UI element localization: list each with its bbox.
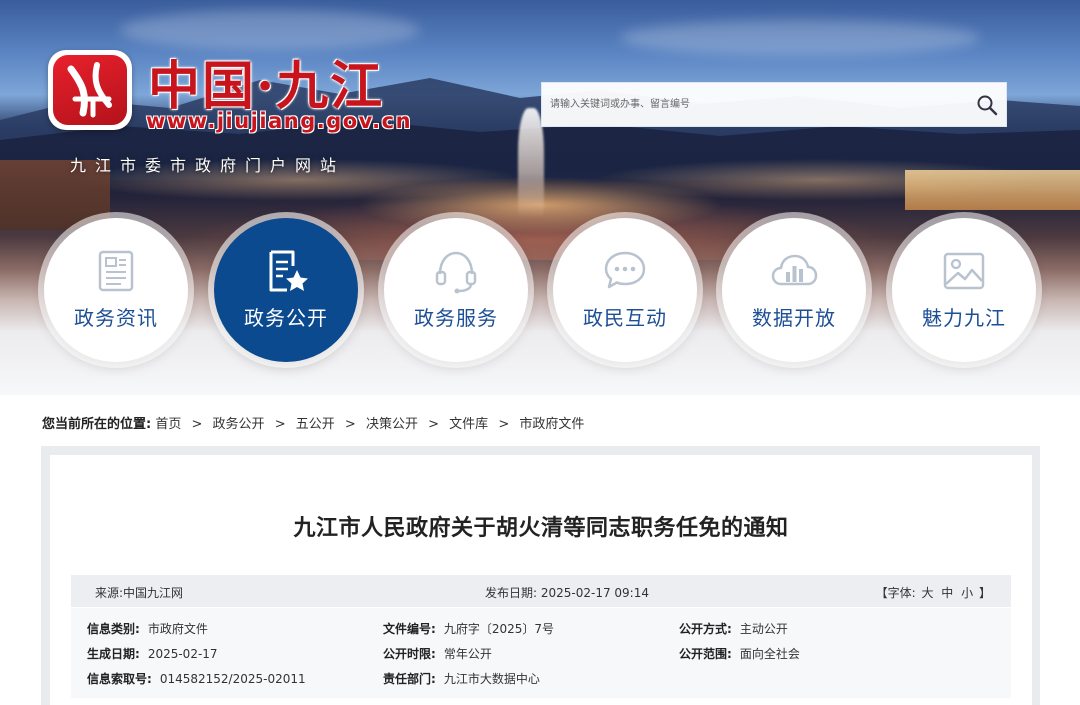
info-dept: 责任部门: 九江市大数据中心: [383, 670, 540, 687]
breadcrumb-label: 您当前所在的位置:: [42, 417, 152, 432]
article-source: 来源:中国九江网: [95, 586, 184, 600]
article-meta-bar: 来源:中国九江网 发布日期: 2025-02-17 09:14 【字体: 大 中…: [71, 575, 1011, 607]
breadcrumb-item-home[interactable]: 首页: [155, 417, 181, 432]
article-info-table: 信息类别: 市政府文件 文件编号: 九府字〔2025〕7号 公开方式: 主动公开 生成…: [71, 608, 1011, 698]
nav-item-label: 魅力九江: [922, 306, 1006, 330]
info-category: 信息类别: 市政府文件: [87, 620, 208, 637]
font-size-large-button[interactable]: 大: [921, 586, 933, 600]
breadcrumb-separator: >: [344, 417, 356, 432]
nav-item-gov-service[interactable]: 政务服务: [384, 218, 528, 362]
logo-emblem-icon: [53, 55, 127, 125]
info-value: 九府字〔2025〕7号: [443, 622, 554, 636]
info-index-no: 信息索取号: 014582152/2025-02011: [87, 670, 306, 687]
breadcrumb-item-city-gov-files[interactable]: 市政府文件: [519, 417, 584, 432]
info-value: 2025-02-17: [147, 647, 218, 661]
nav-item-interaction[interactable]: 政民互动: [553, 218, 697, 362]
breadcrumb-item-decision-open[interactable]: 决策公开: [366, 417, 418, 432]
info-key: 公开方式:: [679, 622, 732, 636]
breadcrumb-separator: >: [498, 417, 510, 432]
breadcrumb: 您当前所在的位置: 首页 > 政务公开 > 五公开 > 决策公开 > 文件库 >…: [42, 413, 584, 432]
font-size-small-button[interactable]: 小: [961, 586, 973, 600]
site-logo-title[interactable]: 中国·九江: [148, 44, 384, 119]
article-title: 九江市人民政府关于胡火清等同志职务任免的通知: [293, 516, 789, 541]
info-key: 公开范围:: [679, 647, 732, 661]
main-nav: 政务资讯 政务公开 政务服务 政民互动 数据开放 魅力九江: [0, 218, 1080, 368]
breadcrumb-item-five-open[interactable]: 五公开: [296, 417, 335, 432]
breadcrumb-item-gov-open[interactable]: 政务公开: [213, 417, 265, 432]
info-key: 责任部门:: [383, 672, 436, 686]
nav-item-open-data[interactable]: 数据开放: [722, 218, 866, 362]
info-value: 九江市大数据中心: [443, 672, 540, 686]
breadcrumb-separator: >: [191, 417, 203, 432]
nav-item-news[interactable]: 政务资讯: [44, 218, 188, 362]
info-value: 主动公开: [739, 622, 788, 636]
nav-item-label: 政务资讯: [74, 306, 158, 330]
breadcrumb-item-file-library[interactable]: 文件库: [449, 417, 488, 432]
document-star-icon: [269, 250, 308, 292]
search-input[interactable]: [550, 83, 970, 126]
data-cloud-icon: [771, 254, 818, 286]
info-key: 文件编号:: [383, 622, 436, 636]
info-doc-no: 文件编号: 九府字〔2025〕7号: [383, 620, 554, 637]
image-icon: [943, 252, 985, 290]
nav-item-label: 政民互动: [583, 306, 667, 330]
info-key: 信息索取号:: [87, 672, 152, 686]
nav-item-label: 政务服务: [414, 306, 498, 330]
nav-item-gov-open[interactable]: 政务公开: [214, 218, 358, 362]
info-open-period: 公开时限: 常年公开: [383, 645, 492, 662]
font-size-prefix: 【字体:: [875, 586, 916, 600]
search-box: [541, 82, 1007, 127]
nav-item-label: 政务公开: [244, 306, 328, 330]
search-icon[interactable]: [976, 94, 998, 116]
building: [905, 170, 1080, 210]
info-key: 信息类别:: [87, 622, 140, 636]
nav-item-charm-jiujiang[interactable]: 魅力九江: [892, 218, 1036, 362]
info-open-scope: 公开范围: 面向全社会: [679, 645, 800, 662]
info-value: 市政府文件: [147, 622, 208, 636]
info-value: 常年公开: [443, 647, 492, 661]
breadcrumb-separator: >: [274, 417, 286, 432]
info-key: 生成日期:: [87, 647, 140, 661]
site-url: www.jiujiang.gov.cn: [146, 109, 413, 133]
nav-item-label: 数据开放: [752, 306, 836, 330]
info-key: 公开时限:: [383, 647, 436, 661]
chat-icon: [604, 251, 646, 289]
headset-icon: [435, 251, 477, 294]
breadcrumb-separator: >: [428, 417, 440, 432]
info-value: 014582152/2025-02011: [159, 672, 306, 686]
info-created: 生成日期: 2025-02-17: [87, 645, 218, 662]
info-value: 面向全社会: [739, 647, 800, 661]
site-subtitle: 九江市委市政府门户网站: [70, 156, 346, 175]
info-open-method: 公开方式: 主动公开: [679, 620, 788, 637]
news-icon: [98, 250, 134, 292]
font-size-switcher: 【字体: 大 中 小 】: [876, 584, 991, 601]
font-size-suffix: 】: [978, 586, 991, 600]
logo-badge[interactable]: [48, 50, 132, 130]
article-publish-date: 发布日期: 2025-02-17 09:14: [485, 586, 649, 600]
font-size-medium-button[interactable]: 中: [941, 586, 953, 600]
cloud: [620, 20, 980, 56]
